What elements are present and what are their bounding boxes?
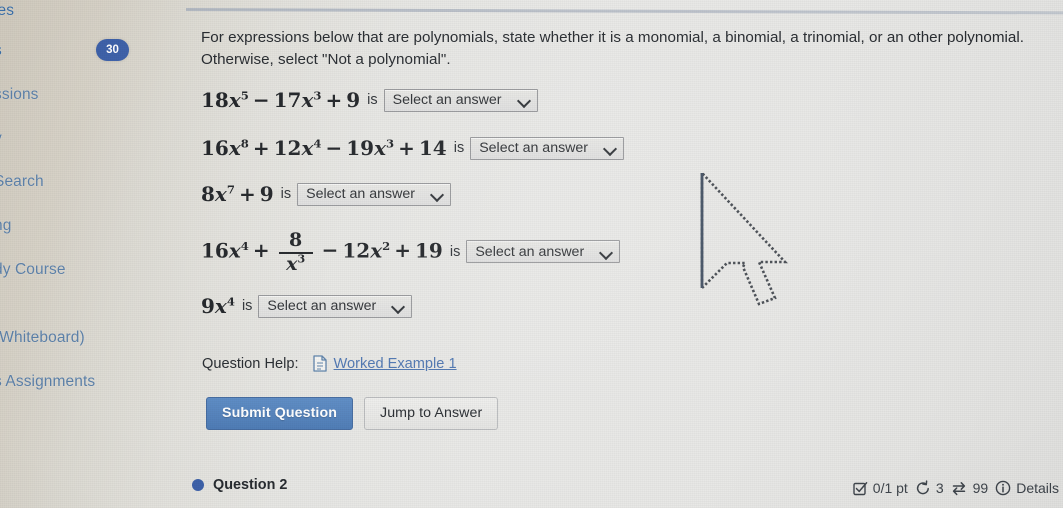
sidebar-item-study-course[interactable]: dy Course: [0, 261, 66, 279]
views-value: 99: [972, 480, 989, 496]
expression-4: 16x4 +8 x3−12x2 +19: [201, 229, 443, 275]
answer-select-1[interactable]: Select an answer: [383, 88, 538, 112]
expression-3: 8x7 +9: [201, 182, 274, 206]
answer-select-1-value: Select an answer: [392, 92, 502, 108]
is-label-2: is: [453, 140, 465, 156]
is-label-4: is: [449, 243, 461, 260]
views-group: 99: [951, 480, 989, 496]
swap-arrows-icon: [951, 481, 968, 496]
sidebar-item-grades[interactable]: s: [0, 42, 2, 60]
question-help: Question Help: Worked Example 1: [202, 355, 457, 372]
question-prompt: For expressions below that are polynomia…: [201, 29, 1024, 68]
sidebar: les s ssions y Search ng dy Course (Whit…: [0, 0, 186, 508]
chevron-down-icon: [600, 246, 612, 258]
expression-2: 16x8 +12x4−19x3 +14: [201, 136, 447, 160]
question-status-dot-icon: [192, 479, 204, 491]
sidebar-item-tutoring[interactable]: ng: [0, 217, 11, 235]
worked-example-link[interactable]: Worked Example 1: [334, 356, 457, 372]
details-label: Details: [1016, 480, 1059, 496]
expression-1: 18x5−17x3 +9: [201, 88, 361, 112]
details-group[interactable]: Details: [995, 480, 1059, 496]
info-circle-icon: [995, 480, 1011, 496]
action-buttons: Submit Question Jump to Answer: [206, 397, 499, 430]
is-label-1: is: [367, 92, 378, 108]
chevron-down-icon: [518, 94, 530, 106]
points-group: 0/1 pt: [853, 480, 908, 496]
question-footer-label: Question 2: [192, 477, 287, 493]
answer-select-4-value: Select an answer: [475, 243, 585, 260]
undo-arrow-icon: [915, 480, 931, 496]
expression-5: 9x4: [201, 294, 235, 318]
is-label-5: is: [241, 298, 253, 314]
chevron-down-icon: [604, 142, 616, 154]
problem-row-4: 16x4 +8 x3−12x2 +19 is Select an answer: [201, 229, 621, 275]
jump-to-answer-button[interactable]: Jump to Answer: [364, 397, 499, 430]
answer-select-5-value: Select an answer: [267, 298, 377, 314]
problem-row-3: 8x7 +9 is Select an answer: [201, 182, 451, 206]
attempts-group: 3: [915, 480, 944, 496]
document-icon: [312, 355, 327, 372]
answer-select-2-value: Select an answer: [479, 140, 589, 156]
question-number: Question 2: [213, 477, 288, 493]
question-help-label: Question Help:: [202, 355, 299, 372]
is-label-3: is: [280, 186, 292, 202]
answer-select-3-value: Select an answer: [306, 186, 415, 202]
sidebar-item-assignments[interactable]: s Assignments: [0, 373, 95, 391]
attempts-value: 3: [935, 480, 944, 496]
problem-row-5: 9x4 is Select an answer: [201, 294, 413, 318]
problem-row-2: 16x8 +12x4−19x3 +14 is Select an answer: [201, 136, 625, 160]
problem-row-1: 18x5−17x3 +9 is Select an answer: [201, 88, 538, 112]
answer-select-3[interactable]: Select an answer: [297, 182, 451, 206]
sidebar-item-discussions[interactable]: ssions: [0, 86, 39, 104]
chevron-down-icon: [392, 300, 404, 312]
question-panel: For expressions below that are polynomia…: [186, 0, 1063, 508]
answer-select-4[interactable]: Select an answer: [466, 240, 621, 264]
sidebar-item-modules[interactable]: les: [0, 2, 14, 20]
answer-select-2[interactable]: Select an answer: [470, 136, 625, 160]
answer-select-5[interactable]: Select an answer: [258, 294, 413, 318]
checkbox-check-icon: [853, 481, 868, 496]
sidebar-notification-badge: 30: [96, 39, 129, 61]
chevron-down-icon: [431, 188, 443, 200]
submit-question-button[interactable]: Submit Question: [206, 397, 353, 430]
points-value: 0/1 pt: [872, 480, 908, 496]
question-status-bar: 0/1 pt 3 99 Details: [853, 480, 1059, 496]
sidebar-item-whiteboard[interactable]: (Whiteboard): [0, 329, 85, 347]
sidebar-item-search[interactable]: Search: [0, 173, 44, 191]
sidebar-item-library[interactable]: y: [0, 130, 2, 148]
